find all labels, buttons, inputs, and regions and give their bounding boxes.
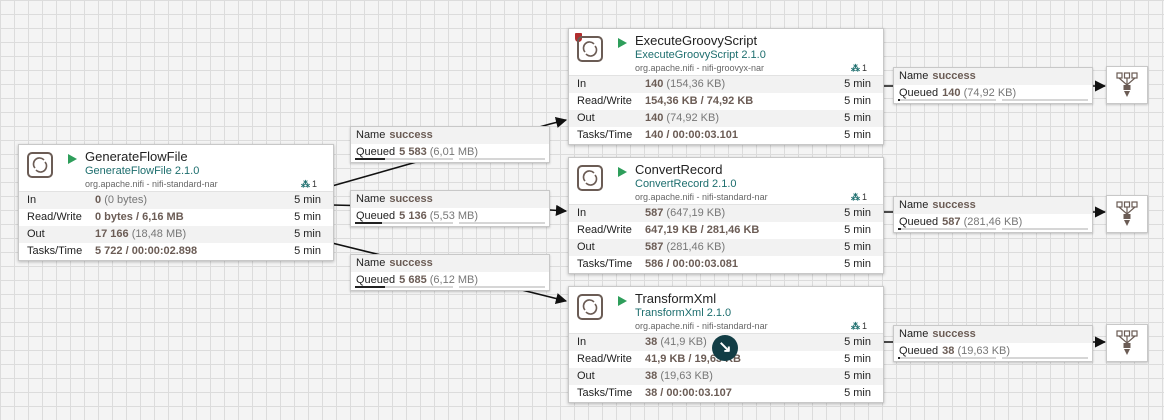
- connection-label-5[interactable]: Name success Queued 587 (281,46 KB): [893, 196, 1093, 233]
- stat-row-out: Out 17 166 (18,48 MB) 5 min: [19, 226, 333, 243]
- connection-label-1[interactable]: Name success Queued 5 583 (6,01 MB): [350, 126, 550, 163]
- processor-icon: [577, 165, 603, 191]
- processor-executegroovyscript[interactable]: ExecuteGroovyScript ExecuteGroovyScript …: [568, 28, 884, 145]
- connection-label-3[interactable]: Name success Queued 5 685 (6,12 MB): [350, 254, 550, 291]
- processor-name: ConvertRecord: [635, 162, 723, 177]
- queue-progress-fill: [355, 286, 385, 288]
- cluster-indicator: ⁂ 1: [300, 179, 317, 189]
- queue-size-track: [1002, 228, 1088, 230]
- connection-label-2[interactable]: Name success Queued 5 136 (5,53 MB): [350, 190, 550, 227]
- stat-row-in: In 0 (0 bytes) 5 min: [19, 192, 333, 209]
- running-play-icon: [68, 154, 77, 164]
- processor-name: TransformXml: [635, 291, 717, 306]
- running-play-icon: [618, 167, 627, 177]
- processor-type: TransformXml 2.1.0: [635, 307, 732, 319]
- cluster-indicator: ⁂ 1: [850, 321, 867, 331]
- cluster-indicator: ⁂ 1: [850, 63, 867, 73]
- stat-row-readwrite: Read/Write 647,19 KB / 281,46 KB 5 min: [577, 224, 871, 236]
- cluster-nodes-icon: ⁂: [850, 63, 860, 73]
- cluster-nodes-icon: ⁂: [300, 179, 310, 189]
- stat-row-out: Out 140 (74,92 KB) 5 min: [569, 110, 883, 127]
- cluster-indicator: ⁂ 1: [850, 192, 867, 202]
- processor-name: ExecuteGroovyScript: [635, 33, 758, 48]
- cluster-nodes-icon: ⁂: [850, 321, 860, 331]
- queue-progress-fill: [898, 228, 901, 230]
- running-play-icon: [618, 38, 627, 48]
- funnel-1[interactable]: [1106, 66, 1148, 104]
- processor-bundle: org.apache.nifi - nifi-standard-nar: [635, 192, 768, 202]
- stat-row-tasks: Tasks/Time 140 / 00:00:03.101 5 min: [577, 129, 871, 141]
- stat-row-readwrite: Read/Write 154,36 KB / 74,92 KB 5 min: [577, 95, 871, 107]
- queue-progress-fill: [898, 99, 900, 101]
- processor-generateflowfile[interactable]: GenerateFlowFile GenerateFlowFile 2.1.0 …: [18, 144, 334, 261]
- cluster-nodes-icon: ⁂: [850, 192, 860, 202]
- stat-row-tasks: Tasks/Time 5 722 / 00:00:02.898 5 min: [27, 245, 321, 257]
- processor-icon: [577, 294, 603, 320]
- stat-row-out: Out 38 (19,63 KB) 5 min: [569, 368, 883, 385]
- connection-label-4[interactable]: Name success Queued 140 (74,92 KB): [893, 67, 1093, 104]
- processor-icon: [577, 36, 603, 62]
- processor-name: GenerateFlowFile: [85, 149, 188, 164]
- queue-progress-fill: [355, 158, 385, 160]
- stat-row-in: In 587 (647,19 KB) 5 min: [569, 205, 883, 222]
- running-play-icon: [618, 296, 627, 306]
- stat-row-tasks: Tasks/Time 586 / 00:00:03.081 5 min: [577, 258, 871, 270]
- connection-bend-point-icon[interactable]: ↘: [712, 335, 738, 361]
- queue-size-track: [459, 286, 545, 288]
- stat-row-out: Out 587 (281,46 KB) 5 min: [569, 239, 883, 256]
- processor-bundle: org.apache.nifi - nifi-standard-nar: [635, 321, 768, 331]
- connection-label-6[interactable]: Name success Queued 38 (19,63 KB): [893, 325, 1093, 362]
- stat-row-tasks: Tasks/Time 38 / 00:00:03.107 5 min: [577, 387, 871, 399]
- funnel-icon: [1116, 72, 1138, 97]
- funnel-2[interactable]: [1106, 195, 1148, 233]
- processor-convertrecord[interactable]: ConvertRecord ConvertRecord 2.1.0 org.ap…: [568, 157, 884, 274]
- queue-progress-track: [898, 357, 996, 359]
- funnel-3[interactable]: [1106, 324, 1148, 362]
- queue-progress-fill: [355, 222, 382, 224]
- processor-bundle: org.apache.nifi - nifi-groovyx-nar: [635, 63, 765, 73]
- queue-progress-track: [898, 228, 996, 230]
- queue-progress-track: [898, 99, 996, 101]
- queue-size-track: [459, 222, 545, 224]
- processor-icon: [27, 152, 53, 178]
- processor-bundle: org.apache.nifi - nifi-standard-nar: [85, 179, 218, 189]
- processor-type: ConvertRecord 2.1.0: [635, 178, 737, 190]
- processor-type: GenerateFlowFile 2.1.0: [85, 165, 200, 177]
- funnel-icon: [1116, 330, 1138, 355]
- queue-size-track: [1002, 99, 1088, 101]
- queue-size-track: [459, 158, 545, 160]
- processor-type: ExecuteGroovyScript 2.1.0: [635, 49, 766, 61]
- funnel-icon: [1116, 201, 1138, 226]
- queue-size-track: [1002, 357, 1088, 359]
- stat-row-in: In 140 (154,36 KB) 5 min: [569, 76, 883, 93]
- stat-row-readwrite: Read/Write 0 bytes / 6,16 MB 5 min: [27, 211, 321, 223]
- queue-progress-fill: [898, 357, 900, 359]
